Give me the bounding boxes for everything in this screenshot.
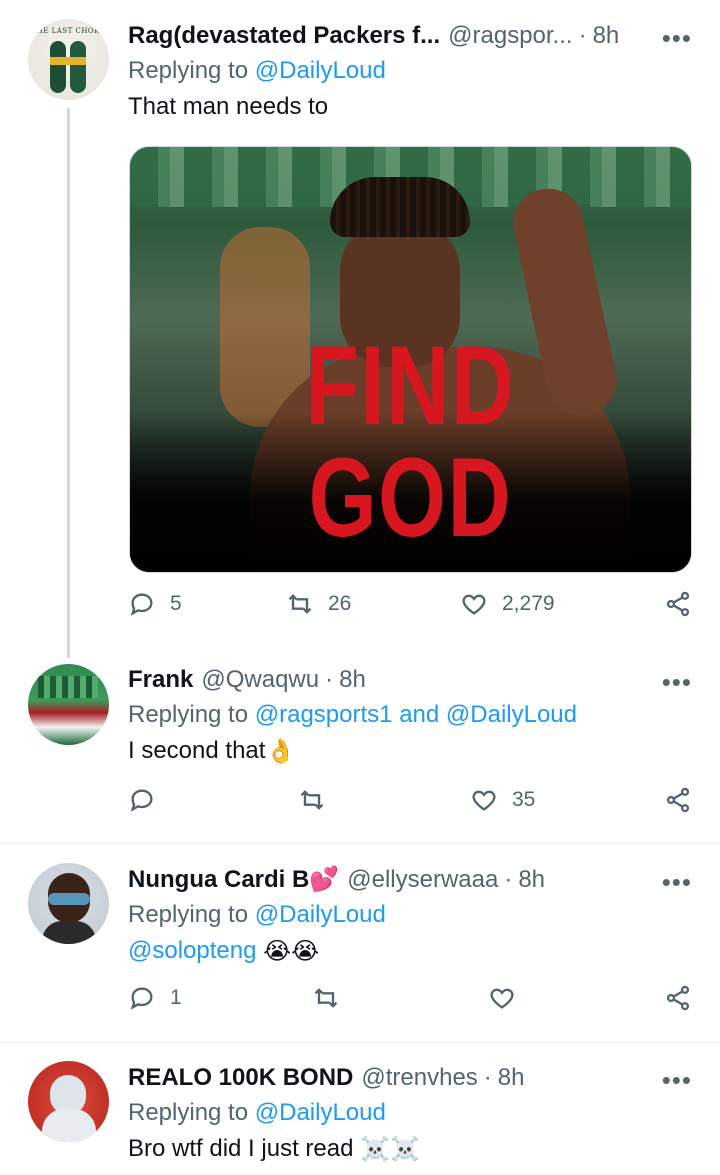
thread-line [67, 108, 70, 658]
author-handle[interactable]: @ellyserwaaa [347, 863, 498, 897]
author-handle[interactable]: @ragspor... [448, 19, 572, 53]
reply-icon [130, 593, 153, 616]
share-button[interactable] [664, 984, 692, 1012]
heart-icon [462, 594, 486, 615]
mention-link[interactable]: @DailyLoud [446, 701, 577, 728]
mention-link[interactable]: @solopteng [128, 937, 256, 964]
tweet-text: I second that👌 [128, 737, 296, 765]
retweet-icon [300, 790, 324, 810]
replying-to: Replying to @DailyLoud [128, 901, 386, 928]
share-icon [666, 787, 690, 813]
tweet-4[interactable]: REALO 100K BOND @trenvhes · 8h ••• Reply… [0, 1043, 720, 1175]
avatar[interactable]: THE LAST CHOKE [28, 19, 109, 100]
skull-crossbones-emoji: ☠️☠️ [360, 1135, 420, 1163]
reply-button[interactable] [128, 786, 156, 814]
more-options-icon[interactable]: ••• [662, 1067, 692, 1093]
timestamp[interactable]: 8h [518, 863, 545, 897]
mention-link[interactable]: @DailyLoud [255, 57, 386, 84]
timestamp[interactable]: 8h [339, 663, 366, 697]
separator-dot: · [578, 22, 587, 49]
reply-button[interactable]: 5 [128, 590, 182, 618]
author-name[interactable]: Rag(devastated Packers f... [128, 19, 440, 53]
retweet-button[interactable] [298, 786, 326, 814]
reply-button[interactable]: 1 [128, 984, 182, 1012]
avatar-text: THE LAST CHOKE [31, 27, 106, 35]
avatar[interactable] [28, 664, 109, 745]
heart-icon [472, 790, 496, 811]
mention-link[interactable]: @DailyLoud [255, 901, 386, 928]
mention-link[interactable]: @DailyLoud [255, 1099, 386, 1126]
reply-count: 1 [170, 986, 182, 1009]
separator-dot: · [483, 1064, 492, 1091]
reply-count: 5 [170, 592, 182, 615]
share-icon [666, 985, 690, 1011]
avatar[interactable] [28, 1061, 109, 1142]
avatar[interactable] [28, 863, 109, 944]
like-count: 2,279 [502, 592, 555, 615]
author-name[interactable]: Nungua Cardi B [128, 863, 309, 897]
author-name[interactable]: Frank [128, 663, 193, 697]
mention-link[interactable]: @ragsports1 [255, 701, 393, 728]
avatar-figure-right [70, 41, 86, 93]
avatar-figure-left [50, 41, 66, 93]
tweet-text: Bro wtf did I just read ☠️☠️ [128, 1135, 420, 1163]
timestamp[interactable]: 8h [498, 1061, 525, 1095]
retweet-icon [314, 988, 338, 1008]
retweet-icon [288, 594, 312, 614]
heart-emoji: 💕 [309, 866, 340, 893]
more-options-icon[interactable]: ••• [662, 25, 692, 51]
reply-icon [130, 789, 153, 812]
reply-icon [130, 987, 153, 1010]
tweet-1[interactable]: THE LAST CHOKE Rag(devastated Packers f.… [0, 0, 720, 660]
media-caption: FIND GOD [305, 323, 516, 560]
retweet-button[interactable] [312, 984, 340, 1012]
more-options-icon[interactable]: ••• [662, 869, 692, 895]
replying-to: Replying to @DailyLoud [128, 57, 386, 84]
like-button[interactable]: 2,279 [460, 590, 555, 618]
author-handle[interactable]: @trenvhes [361, 1061, 477, 1095]
replying-to: Replying to @DailyLoud [128, 1099, 386, 1126]
separator-dot: · [325, 666, 334, 693]
ok-hand-emoji: 👌 [265, 737, 296, 765]
timestamp[interactable]: 8h [593, 19, 620, 53]
like-button[interactable]: 35 [470, 786, 535, 814]
share-button[interactable] [664, 786, 692, 814]
replying-to: Replying to @ragsports1 and @DailyLoud [128, 701, 578, 728]
retweet-count: 26 [328, 592, 352, 615]
tweet-text: @solopteng 😭😭 [128, 933, 692, 969]
tweet-3[interactable]: Nungua Cardi B 💕 @ellyserwaaa · 8h ••• Re… [0, 844, 720, 1042]
share-button[interactable] [664, 590, 692, 618]
tweet-media-image[interactable]: FIND GOD [129, 146, 692, 573]
heart-icon [490, 988, 514, 1009]
share-icon [666, 591, 690, 617]
tweet-text: That man needs to [128, 93, 329, 120]
like-count: 35 [512, 788, 536, 811]
crying-emoji: 😭😭 [263, 937, 320, 965]
more-options-icon[interactable]: ••• [662, 669, 692, 695]
retweet-button[interactable]: 26 [286, 590, 351, 618]
separator-dot: · [504, 866, 513, 893]
like-button[interactable] [488, 984, 516, 1012]
author-handle[interactable]: @Qwaqwu [201, 663, 319, 697]
author-name[interactable]: REALO 100K BOND [128, 1061, 353, 1095]
tweet-2[interactable]: Frank @Qwaqwu · 8h ••• Replying to @rags… [0, 660, 720, 844]
